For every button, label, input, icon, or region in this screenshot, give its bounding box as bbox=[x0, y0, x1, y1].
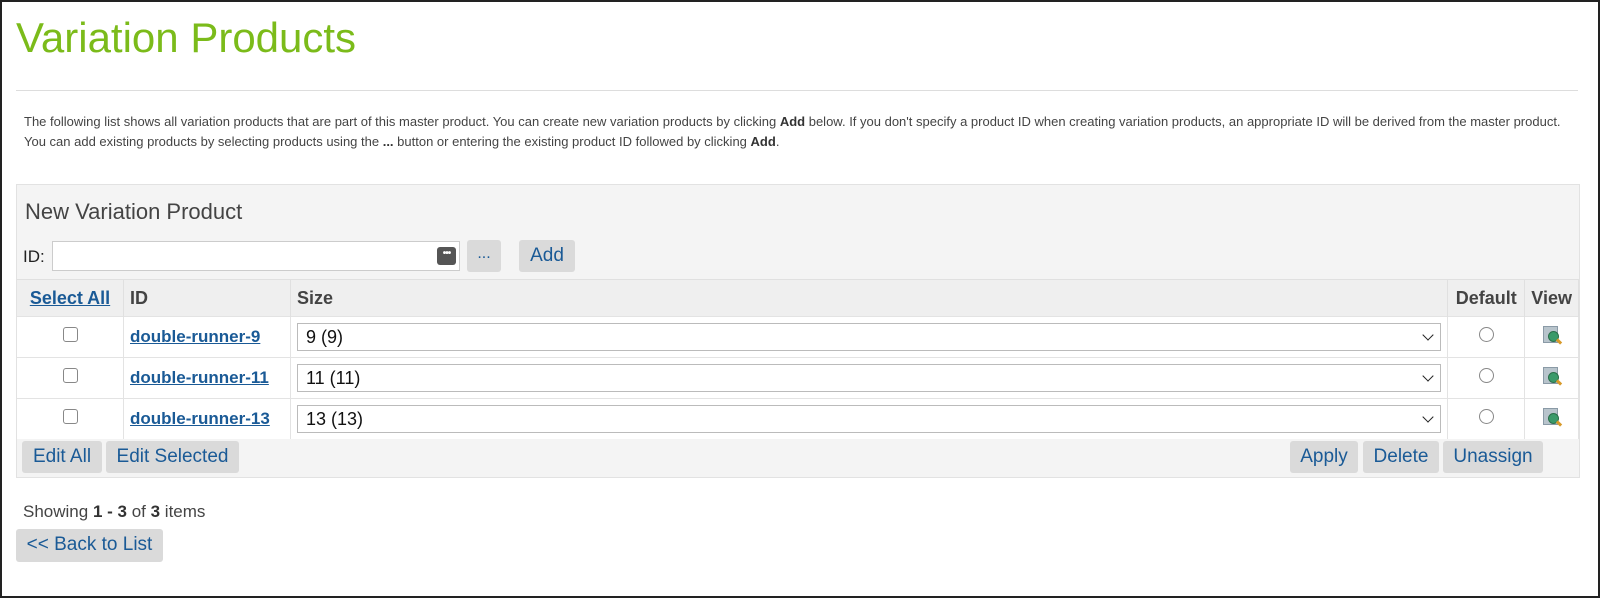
id-label: ID: bbox=[23, 247, 45, 266]
size-cell: 13 (13) bbox=[290, 398, 1449, 439]
pagination-sep: - bbox=[102, 502, 118, 521]
default-radio[interactable] bbox=[1478, 368, 1494, 383]
browse-button[interactable]: ... bbox=[467, 240, 501, 272]
id-cell: double-runner-11 bbox=[123, 357, 291, 399]
pagination-text: items bbox=[160, 502, 206, 521]
intro-part: The following list shows all variation p… bbox=[24, 114, 780, 129]
size-select[interactable]: 13 (13) bbox=[297, 405, 1442, 433]
intro-part: button or entering the existing product … bbox=[393, 134, 751, 149]
pagination-text: Showing bbox=[23, 502, 93, 521]
size-value: 9 (9) bbox=[306, 327, 344, 347]
select-cell bbox=[17, 398, 124, 439]
pagination-to: 3 bbox=[117, 502, 127, 521]
size-column-header: Size bbox=[290, 279, 1449, 317]
variation-table: Select All ID Size Default View double-r… bbox=[17, 279, 1579, 439]
size-select[interactable]: 9 (9) bbox=[297, 323, 1442, 351]
default-column-header: Default bbox=[1447, 279, 1526, 317]
title-divider bbox=[16, 90, 1578, 91]
back-to-list-button[interactable]: << Back to List bbox=[16, 529, 163, 562]
row-checkbox[interactable] bbox=[62, 327, 78, 342]
default-radio[interactable] bbox=[1478, 409, 1494, 424]
product-id-link[interactable]: double-runner-11 bbox=[130, 368, 269, 387]
select-all-link[interactable]: Select All bbox=[30, 288, 110, 308]
preview-magnifier-icon[interactable] bbox=[1542, 407, 1562, 427]
intro-text: The following list shows all variation p… bbox=[24, 112, 1564, 152]
pagination-text: of bbox=[126, 502, 151, 521]
intro-part: . bbox=[775, 134, 780, 149]
chevron-down-icon bbox=[1422, 329, 1434, 341]
chevron-down-icon bbox=[1422, 370, 1434, 382]
edit-selected-button[interactable]: Edit Selected bbox=[106, 441, 239, 473]
id-column-header: ID bbox=[123, 279, 291, 317]
select-all-header: Select All bbox=[17, 279, 124, 317]
id-cell: double-runner-13 bbox=[123, 398, 291, 439]
pagination-from: 1 bbox=[92, 502, 103, 521]
size-cell: 11 (11) bbox=[290, 357, 1449, 399]
default-cell bbox=[1447, 398, 1526, 439]
default-radio[interactable] bbox=[1478, 327, 1494, 342]
product-id-link[interactable]: double-runner-13 bbox=[130, 409, 270, 428]
row-checkbox[interactable] bbox=[62, 368, 78, 383]
table-row: double-runner-13 13 (13) bbox=[17, 398, 1579, 439]
more-dots-icon[interactable]: ••• bbox=[437, 247, 456, 265]
intro-bold: ... bbox=[382, 134, 394, 149]
preview-magnifier-icon[interactable] bbox=[1542, 366, 1562, 386]
size-value: 11 (11) bbox=[306, 368, 361, 388]
chevron-down-icon bbox=[1422, 411, 1434, 423]
preview-magnifier-icon[interactable] bbox=[1542, 325, 1562, 345]
product-id-link[interactable]: double-runner-9 bbox=[130, 327, 260, 346]
variation-panel: New Variation Product ID: ••• ... Add Se… bbox=[16, 184, 1580, 478]
id-input[interactable]: ••• bbox=[52, 241, 460, 271]
default-cell bbox=[1447, 357, 1526, 399]
default-cell bbox=[1447, 316, 1526, 358]
panel-title: New Variation Product bbox=[25, 199, 243, 224]
size-cell: 9 (9) bbox=[290, 316, 1449, 358]
id-cell: double-runner-9 bbox=[123, 316, 291, 358]
view-cell bbox=[1524, 316, 1579, 358]
table-header-row: Select All ID Size Default View bbox=[17, 279, 1579, 317]
size-select[interactable]: 11 (11) bbox=[297, 364, 1442, 392]
view-cell bbox=[1524, 398, 1579, 439]
table-row: double-runner-11 11 (11) bbox=[17, 357, 1579, 399]
add-button[interactable]: Add bbox=[519, 240, 575, 272]
delete-button[interactable]: Delete bbox=[1363, 441, 1439, 473]
edit-all-button[interactable]: Edit All bbox=[22, 441, 102, 473]
table-row: double-runner-9 9 (9) bbox=[17, 316, 1579, 358]
table-actions: Edit All Edit Selected Apply Delete Unas… bbox=[17, 439, 1579, 479]
page-title: Variation Products bbox=[16, 14, 357, 61]
select-cell bbox=[17, 357, 124, 399]
view-column-header: View bbox=[1524, 279, 1579, 317]
row-checkbox[interactable] bbox=[62, 409, 78, 424]
pagination-status: Showing 1 - 3 of 3 items bbox=[23, 502, 205, 522]
intro-bold: Add bbox=[750, 134, 776, 149]
apply-button[interactable]: Apply bbox=[1290, 441, 1358, 473]
intro-bold: Add bbox=[779, 114, 806, 129]
size-value: 13 (13) bbox=[306, 409, 364, 429]
unassign-button[interactable]: Unassign bbox=[1443, 441, 1543, 473]
view-cell bbox=[1524, 357, 1579, 399]
select-cell bbox=[17, 316, 124, 358]
pagination-total: 3 bbox=[150, 502, 161, 521]
